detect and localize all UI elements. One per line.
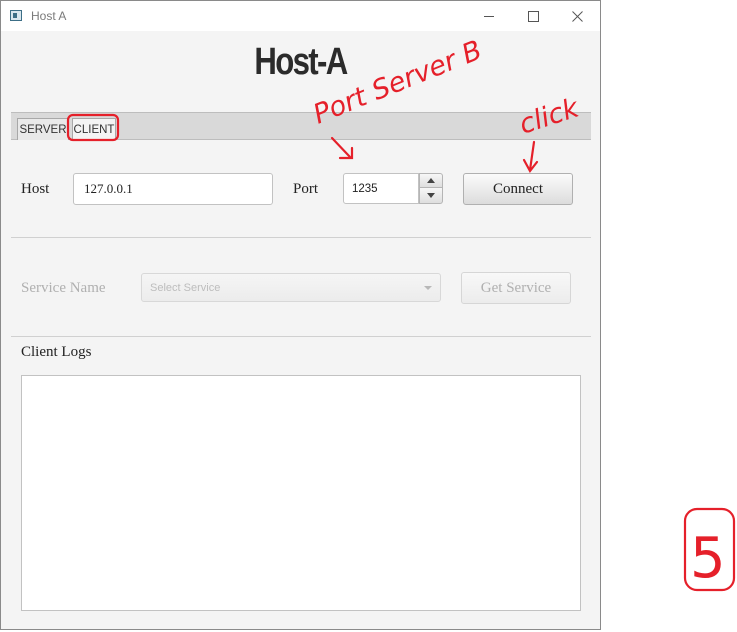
step-number: 5 bbox=[690, 526, 726, 591]
port-input[interactable]: 1235 bbox=[343, 173, 419, 204]
client-logs-textarea[interactable] bbox=[21, 375, 581, 611]
port-decrement-button[interactable] bbox=[419, 188, 443, 204]
divider bbox=[11, 237, 591, 238]
window-title: Host A bbox=[31, 9, 67, 23]
minimize-icon bbox=[484, 15, 494, 17]
port-spinner: 1235 bbox=[343, 173, 443, 205]
maximize-icon bbox=[527, 10, 539, 22]
minimize-button[interactable] bbox=[466, 1, 512, 31]
host-input[interactable]: 127.0.0.1 bbox=[73, 173, 273, 205]
app-heading: Host-A bbox=[254, 41, 348, 83]
title-bar: Host A bbox=[1, 1, 600, 31]
connect-button[interactable]: Connect bbox=[463, 173, 573, 205]
close-button[interactable] bbox=[554, 1, 600, 31]
service-name-label: Service Name bbox=[21, 280, 106, 296]
service-select[interactable]: Select Service bbox=[141, 273, 441, 302]
step-number-box bbox=[683, 507, 736, 592]
tab-bar: SERVER CLIENT bbox=[11, 112, 591, 140]
tab-client[interactable]: CLIENT bbox=[72, 118, 116, 140]
arrow-down-icon bbox=[427, 193, 435, 198]
port-label: Port bbox=[293, 181, 319, 197]
app-window: Host A Host-A SERVER CLIENT Host 127.0.0… bbox=[0, 0, 601, 630]
maximize-button[interactable] bbox=[510, 1, 556, 31]
arrow-up-icon bbox=[427, 178, 435, 183]
screenshot: Host A Host-A SERVER CLIENT Host 127.0.0… bbox=[0, 0, 737, 632]
get-service-button[interactable]: Get Service bbox=[461, 272, 571, 304]
client-logs-label: Client Logs bbox=[21, 344, 92, 360]
close-icon bbox=[571, 10, 583, 22]
tab-server[interactable]: SERVER bbox=[17, 118, 69, 140]
host-label: Host bbox=[21, 181, 50, 197]
service-select-placeholder: Select Service bbox=[150, 281, 221, 294]
port-increment-button[interactable] bbox=[419, 173, 443, 188]
chevron-down-icon bbox=[424, 286, 432, 290]
divider bbox=[11, 336, 591, 337]
app-icon bbox=[10, 10, 22, 21]
